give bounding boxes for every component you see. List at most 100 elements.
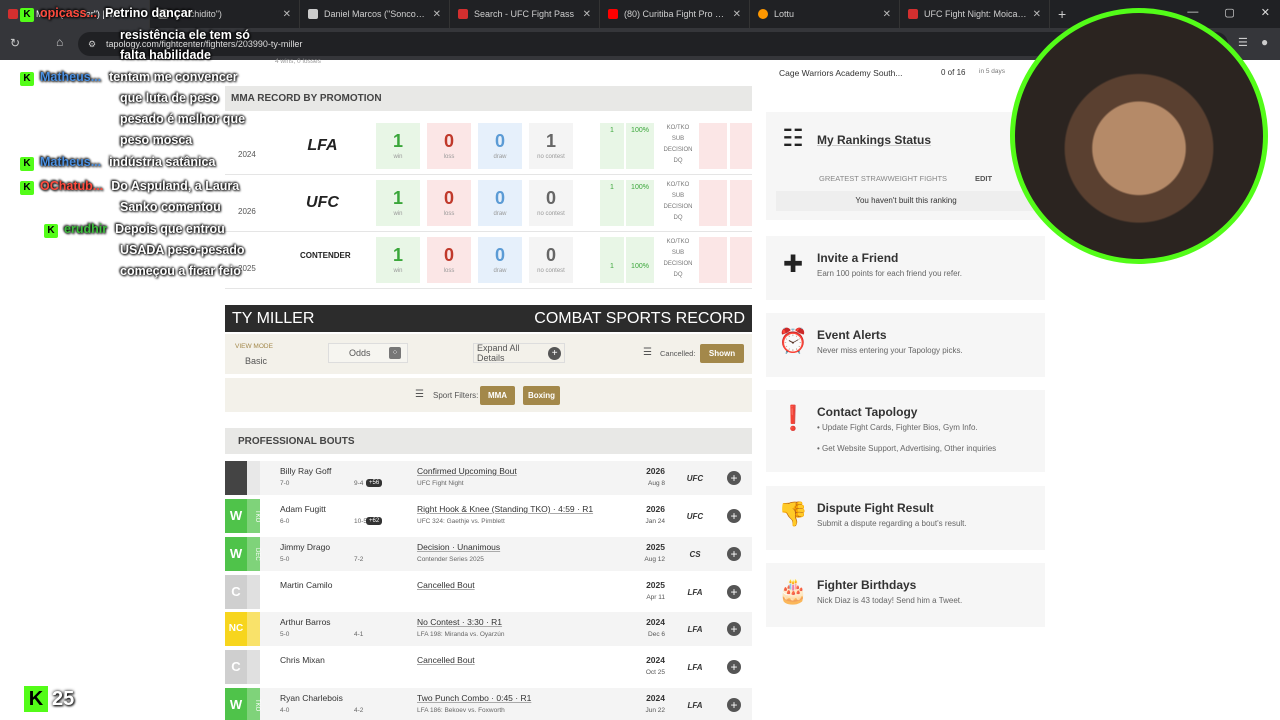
bout-result-link[interactable]: Two Punch Combo · 0:45 · R1: [417, 693, 531, 703]
browser-tab-5[interactable]: Lottu ✕: [750, 0, 900, 28]
browser-tab-1[interactable]: ("Tachidito") ✕: [150, 0, 300, 28]
opponent-name-link[interactable]: Arthur Barros: [280, 617, 331, 627]
home-icon[interactable]: ⌂: [56, 35, 63, 49]
maximize-icon[interactable]: ▢: [1224, 6, 1234, 19]
bout-row[interactable]: W DEC Jimmy Drago 5-0 7-2 Decision · Unanimou…: [225, 537, 752, 571]
close-window-icon[interactable]: ✕: [1261, 6, 1270, 19]
filter-boxing-button[interactable]: Boxing: [523, 386, 560, 405]
bout-date: Oct 25: [645, 669, 665, 676]
rankings-status-title[interactable]: My Rankings Status: [817, 133, 931, 147]
bout-result-link[interactable]: Cancelled Bout: [417, 655, 475, 665]
sidebar-card-invite[interactable]: ✚ Invite a Friend Earn 100 points for each…: [766, 236, 1045, 300]
opponent-name-link[interactable]: Adam Fugitt: [280, 504, 326, 514]
expand-all-button[interactable]: Expand All Details +: [473, 343, 565, 363]
sidebar-card-cake[interactable]: 🎂 Fighter Birthdays Nick Diaz is 43 today!…: [766, 563, 1045, 627]
method-ko-percent: 100%: [626, 237, 654, 283]
expand-bout-button[interactable]: +: [727, 509, 741, 523]
bout-result-link[interactable]: Cancelled Bout: [417, 580, 475, 590]
bout-row[interactable]: W TKO Ryan Charlebois 4-0 4-2 Two Punch Combo…: [225, 688, 752, 720]
close-icon[interactable]: ✕: [733, 9, 741, 20]
expand-bout-button[interactable]: +: [727, 660, 741, 674]
sidebar-card-alert[interactable]: ❗ Contact Tapology • Update Fight Cards, F…: [766, 390, 1045, 472]
edit-ranking-link[interactable]: EDIT: [975, 174, 992, 183]
expand-bout-button[interactable]: +: [727, 547, 741, 561]
fighter-name: TY MILLER: [232, 309, 315, 327]
kick-viewer-count: K 25: [24, 686, 74, 712]
bout-promotion-logo[interactable]: UFC: [683, 469, 707, 487]
bout-row[interactable]: C Chris Mixan Cancelled Bout 2024 Oct 25 LFA +: [225, 650, 752, 684]
stat-label: loss: [443, 268, 455, 274]
odds-toggle[interactable]: Odds ⁘: [328, 343, 408, 363]
opponent-name-link[interactable]: Chris Mixan: [280, 655, 325, 665]
site-info-icon[interactable]: ⚙: [88, 39, 96, 50]
profile-icon[interactable]: ●: [1261, 35, 1268, 49]
bout-row[interactable]: NC Arthur Barros 5-0 4-1 No Contest · 3:30 ·…: [225, 612, 752, 646]
opponent-name-link[interactable]: Martin Camilo: [280, 580, 332, 590]
close-icon[interactable]: ✕: [583, 9, 591, 20]
opponent-record: 7-2: [354, 556, 364, 563]
combat-record-title: COMBAT SPORTS RECORD: [534, 309, 745, 327]
stat-label: win: [393, 268, 403, 274]
expand-bout-button[interactable]: +: [727, 698, 741, 712]
opponent-name-link[interactable]: Billy Ray Goff: [280, 466, 331, 476]
extensions-icon[interactable]: ☰: [1238, 36, 1248, 49]
bout-result-link[interactable]: No Contest · 3:30 · R1: [417, 617, 502, 627]
favicon-icon: [758, 9, 768, 19]
bout-promotion-logo[interactable]: UFC: [683, 507, 707, 525]
bout-promotion-logo[interactable]: LFA: [683, 620, 707, 638]
bout-result-link[interactable]: Confirmed Upcoming Bout: [417, 466, 517, 476]
bout-promotion-logo[interactable]: LFA: [683, 658, 707, 676]
promotion-draw-count: 0 draw: [478, 180, 522, 226]
bout-event-name: LFA 186: Bekoev vs. Foxworth: [417, 707, 505, 714]
bout-row[interactable]: C Martin Camilo Cancelled Bout 2025 Apr 11 LF…: [225, 575, 752, 609]
expand-bout-button[interactable]: +: [727, 471, 741, 485]
sidebar-card-title[interactable]: Invite a Friend: [817, 251, 898, 265]
opponent-name-link[interactable]: Ryan Charlebois: [280, 693, 343, 703]
new-tab-button[interactable]: +: [1058, 6, 1066, 22]
bout-year: 2025: [646, 542, 665, 552]
bout-event-name: UFC Fight Night: [417, 480, 464, 487]
bout-method-badge: DEC: [247, 537, 260, 571]
browser-tab-0[interactable]: Ty Miller ("Thriller") | MMA ✕: [0, 0, 150, 28]
browser-tab-3[interactable]: Search - UFC Fight Pass ✕: [450, 0, 600, 28]
sidebar-card-title[interactable]: Event Alerts: [817, 328, 887, 342]
cancelled-shown-toggle[interactable]: Shown: [700, 344, 744, 363]
sidebar-card-thumbs-down[interactable]: 👎 Dispute Fight Result Submit a dispute re…: [766, 486, 1045, 550]
browser-tab-6[interactable]: UFC Fight Night: Moicano ✕: [900, 0, 1050, 28]
filter-mma-button[interactable]: MMA: [480, 386, 515, 405]
sidebar-card-alarm[interactable]: ⏰ Event Alerts Never miss entering your Ta…: [766, 313, 1045, 377]
promotion-logo[interactable]: CONTENDER: [300, 251, 351, 260]
expand-bout-button[interactable]: +: [727, 622, 741, 636]
sidebar-card-subtitle: • Update Fight Cards, Fighter Bios, Gym …: [817, 423, 978, 432]
expand-bout-button[interactable]: +: [727, 585, 741, 599]
bout-promotion-logo[interactable]: LFA: [683, 583, 707, 601]
reload-icon[interactable]: ↻: [10, 36, 20, 50]
opponent-record: 4-1: [354, 631, 364, 638]
opponent-name-link[interactable]: Jimmy Drago: [280, 542, 330, 552]
opponent-record: 4-2: [354, 707, 364, 714]
cage-warriors-row[interactable]: Cage Warriors Academy South... 0 of 16 i…: [766, 60, 1045, 85]
promotion-logo[interactable]: UFC: [300, 194, 345, 212]
bout-promotion-logo[interactable]: LFA: [683, 696, 707, 714]
bout-result-link[interactable]: Decision · Unanimous: [417, 542, 500, 552]
bout-year: 2024: [646, 693, 665, 703]
sidebar-card-title[interactable]: Contact Tapology: [817, 405, 917, 419]
close-icon[interactable]: ✕: [283, 9, 291, 20]
view-mode-select[interactable]: Basic: [245, 356, 267, 366]
close-icon[interactable]: ✕: [133, 9, 141, 20]
bout-date: Jan 24: [645, 518, 665, 525]
sidebar-card-title[interactable]: Dispute Fight Result: [817, 501, 934, 515]
browser-tab-4[interactable]: (80) Curitiba Fight Pro 11 - ✕: [600, 0, 750, 28]
bout-promotion-logo[interactable]: CS: [683, 545, 707, 563]
close-icon[interactable]: ✕: [433, 9, 441, 20]
bout-row[interactable]: W TKO Adam Fugitt 6-0 10-5 +62 Right Hook & Kn…: [225, 499, 752, 533]
sidebar-card-title[interactable]: Fighter Birthdays: [817, 578, 916, 592]
bout-result-badge: W: [225, 537, 247, 571]
promotion-logo[interactable]: LFA: [300, 137, 345, 155]
browser-tab-2[interactable]: Daniel Marcos ("Soncora") ✕: [300, 0, 450, 28]
bout-result-link[interactable]: Right Hook & Knee (Standing TKO) · 4:59 …: [417, 504, 593, 514]
bout-row[interactable]: Billy Ray Goff 7-0 9-4 +56 Confirmed Upcomin…: [225, 461, 752, 495]
close-icon[interactable]: ✕: [1033, 9, 1041, 20]
chat-message: K OChatub... Do Aspuland, a Laura: [20, 179, 239, 195]
close-icon[interactable]: ✕: [883, 9, 891, 20]
